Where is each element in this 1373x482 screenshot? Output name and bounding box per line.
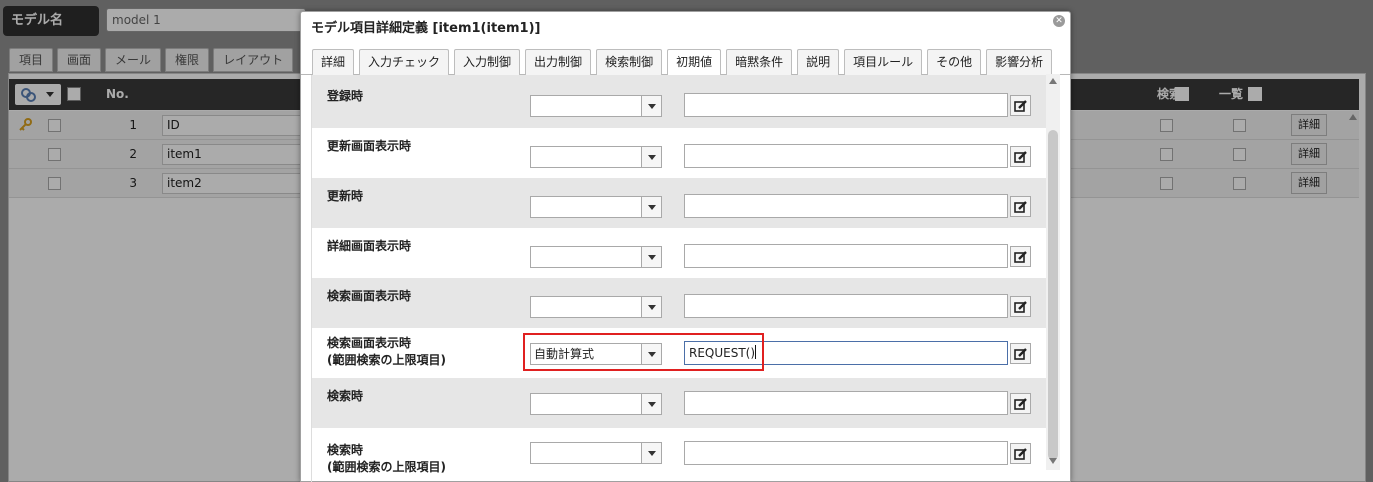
scroll-up-arrow[interactable] [1049, 78, 1057, 84]
field-row: 検索時 [312, 378, 1047, 428]
initial-value-input[interactable] [684, 294, 1008, 318]
field-row: 更新時 [312, 178, 1047, 228]
initial-value-input[interactable] [684, 441, 1008, 465]
tab-input-check[interactable]: 入力チェック [359, 49, 450, 75]
edit-icon [1014, 448, 1027, 460]
tab-implicit-condition[interactable]: 暗黙条件 [726, 49, 793, 75]
dialog-scrollbar[interactable] [1046, 74, 1060, 470]
edit-icon [1014, 348, 1027, 360]
chevron-down-icon [641, 297, 661, 317]
edit-button[interactable] [1010, 443, 1031, 464]
tab-output-control[interactable]: 出力制御 [525, 49, 592, 75]
field-label: 検索画面表示時 (範囲検索の上限項目) [327, 336, 446, 367]
chevron-down-icon [641, 247, 661, 267]
initial-type-select[interactable] [530, 442, 662, 464]
initial-type-select[interactable] [530, 146, 662, 168]
initial-value-form: 登録時 更新画面表示時 更新時 詳細画面表示時 検索画面表示時 検索画面表示時 … [311, 75, 1047, 482]
tab-description[interactable]: 説明 [797, 49, 840, 75]
edit-icon [1014, 201, 1027, 213]
edit-icon [1014, 398, 1027, 410]
field-label: 登録時 [327, 89, 364, 103]
scrollbar-thumb[interactable] [1048, 130, 1058, 460]
field-row: 検索画面表示時 (範囲検索の上限項目) 自動計算式 REQUEST() [312, 328, 1047, 378]
initial-type-select[interactable]: 自動計算式 [530, 343, 662, 365]
edit-button[interactable] [1010, 343, 1031, 364]
tab-initial-value[interactable]: 初期値 [667, 49, 722, 76]
field-label: 詳細画面表示時 [327, 239, 412, 253]
initial-type-select[interactable] [530, 296, 662, 318]
initial-value-input[interactable] [684, 93, 1008, 117]
item-detail-dialog: モデル項目詳細定義 [item1(item1)] ✕ 詳細 入力チェック 入力制… [300, 11, 1071, 482]
field-label: 検索画面表示時 [327, 289, 412, 303]
initial-type-select[interactable] [530, 246, 662, 268]
initial-value-input[interactable] [684, 244, 1008, 268]
field-row: 更新画面表示時 [312, 128, 1047, 178]
initial-type-select[interactable] [530, 196, 662, 218]
tab-search-control[interactable]: 検索制御 [596, 49, 663, 75]
tab-impact-analysis[interactable]: 影響分析 [986, 49, 1053, 75]
initial-value-input[interactable] [684, 194, 1008, 218]
initial-value-input[interactable] [684, 391, 1008, 415]
chevron-down-icon [641, 147, 661, 167]
tab-other[interactable]: その他 [927, 49, 982, 75]
edit-icon [1014, 251, 1027, 263]
edit-icon [1014, 100, 1027, 112]
dialog-title: モデル項目詳細定義 [item1(item1)] [311, 21, 541, 36]
text-caret [755, 345, 757, 359]
initial-value-input[interactable] [684, 144, 1008, 168]
edit-button[interactable] [1010, 146, 1031, 167]
initial-type-select[interactable] [530, 393, 662, 415]
chevron-down-icon [641, 394, 661, 414]
edit-icon [1014, 151, 1027, 163]
field-row: 検索画面表示時 [312, 278, 1047, 328]
edit-button[interactable] [1010, 296, 1031, 317]
edit-button[interactable] [1010, 95, 1031, 116]
tab-detail[interactable]: 詳細 [312, 49, 355, 75]
chevron-down-icon [641, 96, 661, 116]
edit-button[interactable] [1010, 246, 1031, 267]
chevron-down-icon [641, 443, 661, 463]
initial-type-select[interactable] [530, 95, 662, 117]
field-label: 検索時 [327, 389, 364, 403]
edit-button[interactable] [1010, 393, 1031, 414]
chevron-down-icon [641, 197, 661, 217]
tab-item-rule[interactable]: 項目ルール [844, 49, 923, 75]
scroll-down-arrow[interactable] [1049, 458, 1057, 464]
field-label: 検索時 (範囲検索の上限項目) [327, 443, 446, 474]
tab-input-control[interactable]: 入力制御 [454, 49, 521, 75]
field-row: 検索時 (範囲検索の上限項目) [312, 428, 1047, 482]
dialog-tabbar: 詳細 入力チェック 入力制御 出力制御 検索制御 初期値 暗黙条件 説明 項目ル… [301, 40, 1070, 76]
field-row: 詳細画面表示時 [312, 228, 1047, 278]
field-row: 登録時 [312, 75, 1047, 128]
initial-value-input[interactable]: REQUEST() [684, 341, 1008, 365]
edit-button[interactable] [1010, 196, 1031, 217]
edit-icon [1014, 301, 1027, 313]
field-label: 更新画面表示時 [327, 139, 412, 153]
field-label: 更新時 [327, 189, 364, 203]
close-icon[interactable]: ✕ [1053, 15, 1065, 27]
chevron-down-icon [641, 344, 661, 364]
